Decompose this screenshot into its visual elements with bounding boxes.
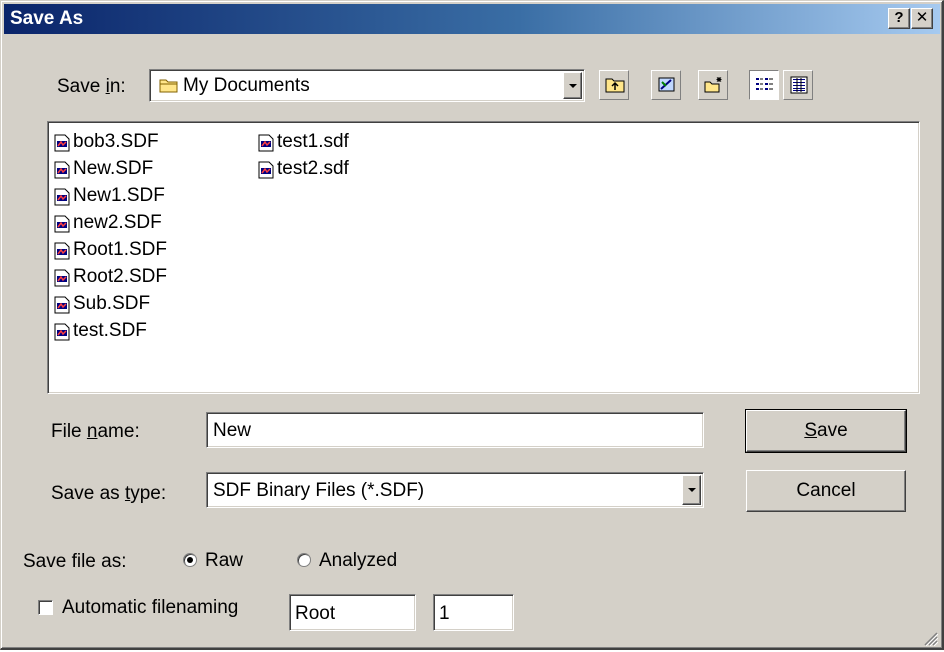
help-button[interactable]: ? <box>888 8 910 29</box>
filename-start-value: 1 <box>439 603 450 624</box>
file-item[interactable]: test.SDF <box>54 317 167 344</box>
desktop-icon <box>658 77 675 92</box>
file-item-label: test1.sdf <box>277 131 349 152</box>
create-new-folder-button[interactable] <box>698 70 728 100</box>
file-item[interactable]: New.SDF <box>54 155 167 182</box>
file-item[interactable]: test2.sdf <box>258 155 349 182</box>
save-as-type-label: Save as type: <box>51 483 167 504</box>
file-item[interactable]: New1.SDF <box>54 182 167 209</box>
filename-prefix-value: Root <box>295 603 336 624</box>
file-item-label: New.SDF <box>73 158 154 179</box>
file-item[interactable]: Root1.SDF <box>54 236 167 263</box>
file-item[interactable]: Root2.SDF <box>54 263 167 290</box>
file-item-label: New1.SDF <box>73 185 165 206</box>
sdf-file-icon <box>258 133 274 151</box>
up-folder-icon <box>605 78 625 93</box>
sdf-file-icon <box>54 322 70 340</box>
resize-grip-icon[interactable] <box>924 630 939 647</box>
cancel-button[interactable]: Cancel <box>746 470 906 512</box>
radio-raw-label[interactable]: Raw <box>205 550 243 572</box>
radio-analyzed[interactable] <box>297 553 311 567</box>
filename-start-input[interactable]: 1 <box>433 594 514 631</box>
sdf-file-icon <box>54 241 70 259</box>
list-view-button[interactable] <box>749 70 779 100</box>
file-name-input[interactable]: New <box>206 412 704 448</box>
file-item[interactable]: bob3.SDF <box>54 128 167 155</box>
new-folder-icon <box>704 77 722 93</box>
filename-prefix-input[interactable]: Root <box>289 594 416 631</box>
close-icon: ✕ <box>915 9 929 26</box>
sdf-file-icon <box>258 160 274 178</box>
save-in-label: Save in: <box>57 76 126 97</box>
chevron-down-icon[interactable] <box>682 475 701 505</box>
save-in-dropdown[interactable]: My Documents <box>149 69 585 102</box>
file-item-label: new2.SDF <box>73 212 162 233</box>
file-name-label: File name: <box>51 421 140 442</box>
save-button[interactable]: Save <box>745 409 907 453</box>
save-as-type-value: SDF Binary Files (*.SDF) <box>213 480 425 501</box>
chevron-down-icon[interactable] <box>563 72 582 99</box>
desktop-button[interactable] <box>651 70 681 100</box>
save-in-value: My Documents <box>183 75 310 96</box>
file-item[interactable]: test1.sdf <box>258 128 349 155</box>
sdf-file-icon <box>54 268 70 286</box>
sdf-file-icon <box>54 295 70 313</box>
file-item-label: Sub.SDF <box>73 293 151 314</box>
sdf-file-icon <box>54 187 70 205</box>
folder-icon <box>159 76 179 100</box>
save-file-as-label: Save file as: <box>23 551 127 572</box>
title-bar[interactable]: Save As ? ✕ <box>4 4 940 34</box>
file-list[interactable]: bob3.SDF New.SDF New1.SDF new2.SDF Root1.SDF… <box>47 121 920 394</box>
details-view-icon <box>790 76 808 94</box>
up-one-level-button[interactable] <box>599 70 629 100</box>
dialog-title: Save As <box>10 8 84 29</box>
sdf-file-icon <box>54 133 70 151</box>
automatic-filenaming-label[interactable]: Automatic filenaming <box>62 597 238 619</box>
save-as-dialog: Save As ? ✕ Save in: My Documents bob3.S… <box>0 0 944 650</box>
radio-raw[interactable] <box>183 553 197 567</box>
file-name-value: New <box>213 420 252 441</box>
details-view-button[interactable] <box>783 70 813 100</box>
sdf-file-icon <box>54 160 70 178</box>
file-item-label: test2.sdf <box>277 158 349 179</box>
save-as-type-dropdown[interactable]: SDF Binary Files (*.SDF) <box>206 472 704 508</box>
file-item[interactable]: Sub.SDF <box>54 290 167 317</box>
automatic-filenaming-checkbox[interactable] <box>38 600 53 615</box>
file-item-label: Root2.SDF <box>73 266 167 287</box>
file-item[interactable]: new2.SDF <box>54 209 167 236</box>
close-button[interactable]: ✕ <box>911 8 933 29</box>
radio-selected-dot <box>187 557 193 563</box>
file-item-label: bob3.SDF <box>73 131 159 152</box>
file-list-column-2: test1.sdf test2.sdf <box>258 128 349 182</box>
file-list-column-1: bob3.SDF New.SDF New1.SDF new2.SDF Root1.SDF… <box>54 128 167 344</box>
file-item-label: test.SDF <box>73 320 147 341</box>
help-icon: ? <box>894 9 904 26</box>
sdf-file-icon <box>54 214 70 232</box>
list-view-icon <box>756 78 773 90</box>
file-item-label: Root1.SDF <box>73 239 167 260</box>
radio-analyzed-label[interactable]: Analyzed <box>319 550 397 572</box>
